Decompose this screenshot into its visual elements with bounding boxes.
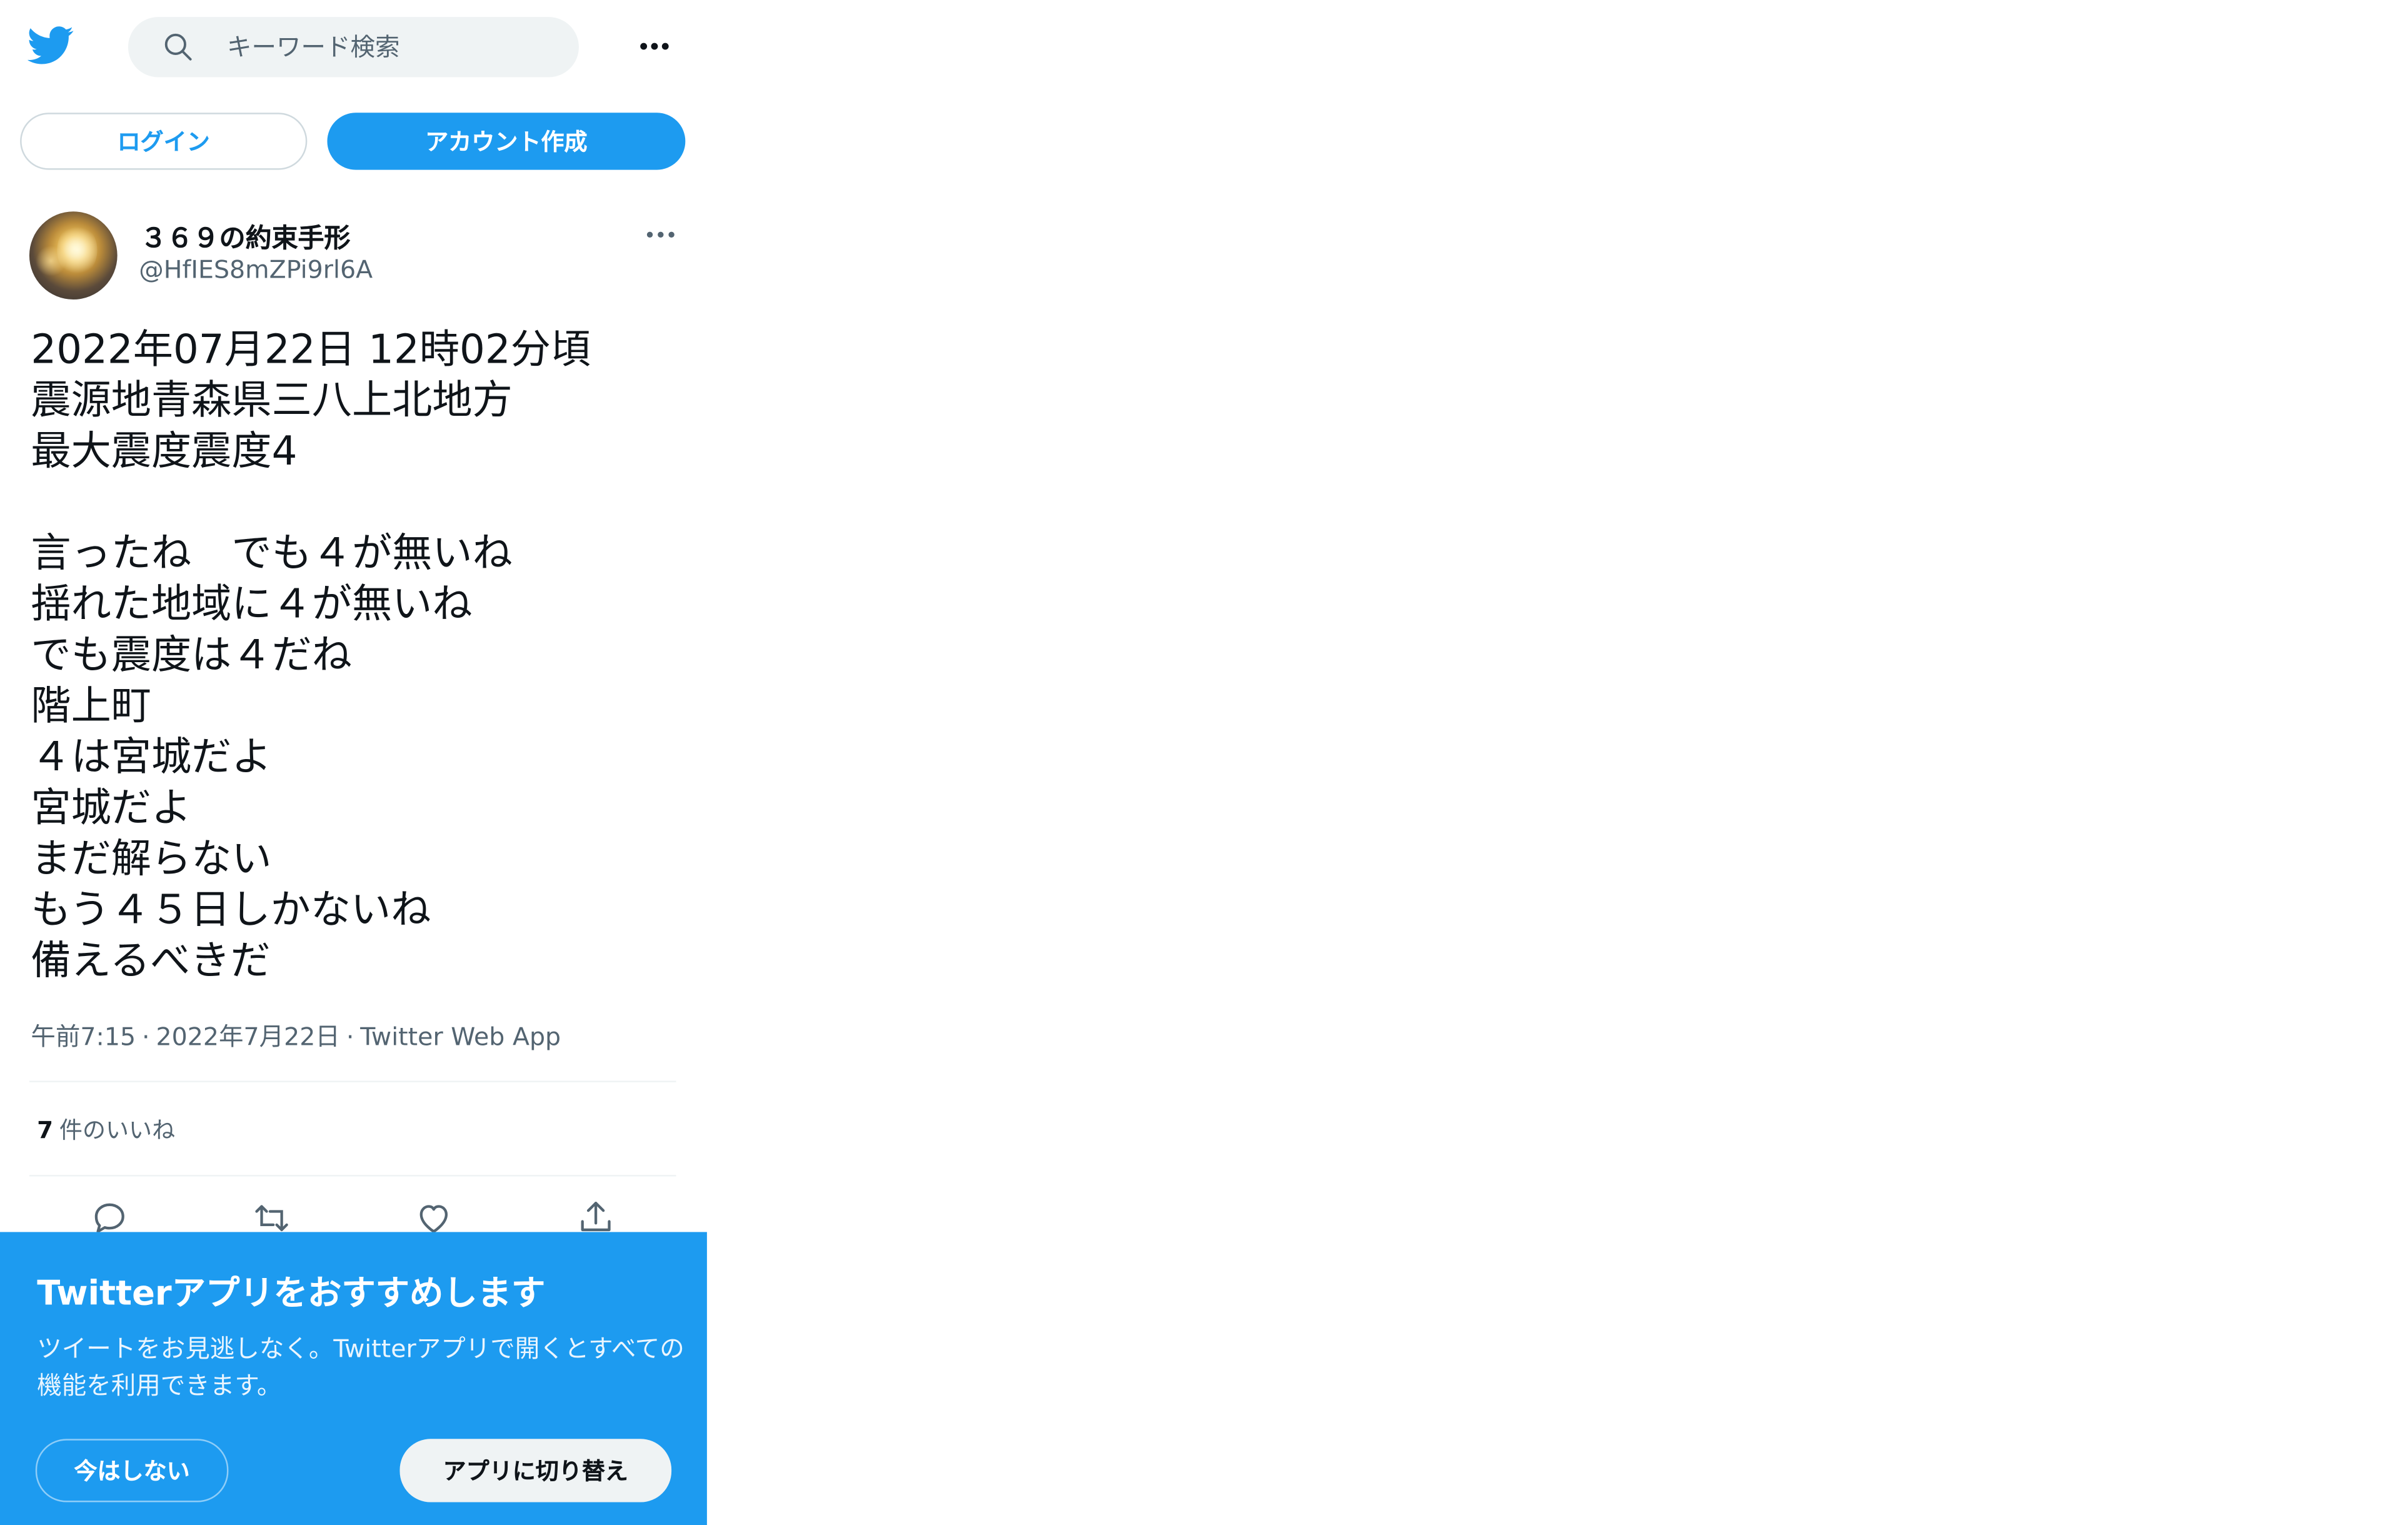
search-input[interactable] (226, 17, 551, 78)
author-name[interactable]: ３６９の約束手形 (141, 216, 351, 254)
app-promo-banner: Twitterアプリをおすすめします ツイートをお見逃しなく。Twitterアプ… (0, 1232, 707, 1525)
divider (29, 1175, 676, 1177)
tweet-source[interactable]: Twitter Web App (360, 1022, 561, 1052)
tweet-meta: 午前7:15 · 2022年7月22日 · Twitter Web App (31, 1016, 561, 1053)
author-handle[interactable]: @HfIES8mZPi9rl6A (139, 254, 373, 284)
search-icon (162, 31, 194, 63)
twitter-logo-icon[interactable] (27, 22, 74, 68)
divider (29, 1080, 676, 1082)
avatar[interactable] (29, 211, 118, 300)
login-button[interactable]: ログイン (20, 113, 308, 170)
likes-number: 7 (37, 1116, 54, 1144)
banner-title: Twitterアプリをおすすめします (37, 1275, 546, 1314)
tweet-date[interactable]: 2022年7月22日 (156, 1022, 339, 1052)
meta-separator: · (142, 1022, 150, 1052)
meta-separator: · (346, 1022, 354, 1052)
not-now-button[interactable]: 今はしない (35, 1439, 229, 1502)
page: ログイン アカウント作成 ３６９の約束手形 @HfIES8mZPi9rl6A 2… (0, 0, 2408, 1525)
search-bar[interactable] (128, 17, 579, 78)
tweet-time[interactable]: 午前7:15 (31, 1022, 136, 1052)
banner-body: ツイートをお見逃しなく。Twitterアプリで開くとすべての機能を利用できます。 (37, 1334, 685, 1401)
more-horizontal-icon[interactable] (631, 28, 678, 64)
tweet-more-icon[interactable] (641, 219, 681, 250)
switch-to-app-button[interactable]: アプリに切り替え (399, 1439, 672, 1502)
likes-count[interactable]: 7 件のいいね (37, 1113, 175, 1145)
tweet-text: 2022年07月22日 12時02分頃 震源地青森県三八上北地方 最大震度震度4… (31, 327, 591, 985)
likes-label: 件のいいね (59, 1116, 176, 1144)
signup-button[interactable]: アカウント作成 (327, 113, 686, 170)
